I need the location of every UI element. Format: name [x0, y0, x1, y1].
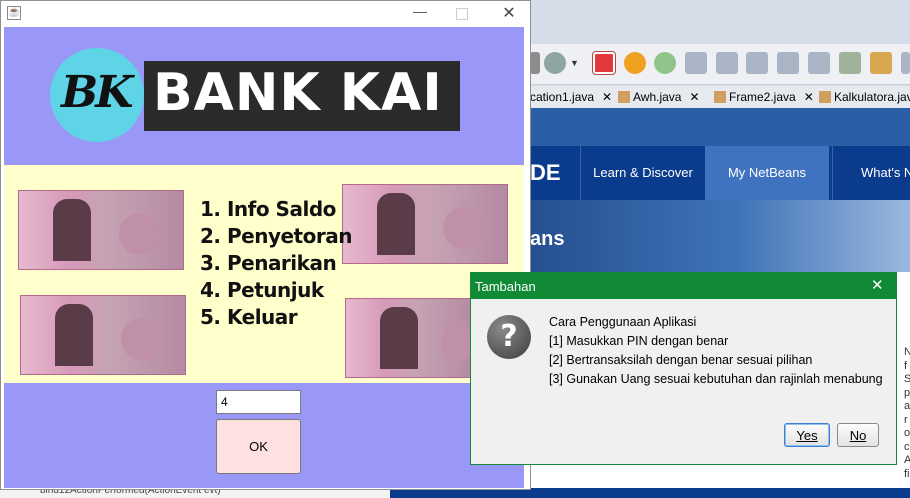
side-char: c	[904, 440, 910, 453]
step-into-icon[interactable]	[746, 52, 768, 74]
minimize-icon[interactable]: —	[411, 3, 429, 19]
run-to-cursor-icon[interactable]	[808, 52, 830, 74]
banknote-image	[20, 295, 186, 375]
bank-kai-window: ☕ — ✕ BK BANK KAI 1. Info Saldo 2. Penye…	[0, 0, 531, 490]
java-file-icon	[618, 91, 630, 103]
tab-label: Awh.java	[633, 90, 682, 104]
tab-frame2[interactable]: Frame2.java ✕	[714, 88, 814, 106]
portrait	[380, 307, 418, 369]
dialog-heading: Cara Penggunaan Aplikasi	[549, 315, 697, 329]
camera-icon[interactable]	[870, 52, 892, 74]
chevron-down-icon[interactable]: ▼	[570, 52, 579, 74]
netbeans-logo-fragment: DE	[530, 160, 561, 185]
tab-label: cation1.java	[530, 90, 595, 104]
portrait	[53, 199, 91, 261]
tab-kalkulatora[interactable]: Kalkulatora.java	[819, 88, 910, 106]
step-out-icon[interactable]	[777, 52, 799, 74]
continue-icon[interactable]	[654, 52, 676, 74]
nav-my-netbeans[interactable]: My NetBeans	[705, 146, 829, 200]
question-icon: ?	[487, 315, 531, 359]
profile-icon[interactable]	[544, 52, 566, 74]
side-char: S	[904, 373, 910, 385]
netbeans-nav: DE Learn & Discover My NetBeans What's N	[530, 146, 910, 200]
stop-icon[interactable]	[592, 51, 616, 75]
logo-mark: BK	[61, 67, 133, 118]
menu-item-penarikan: 3. Penarikan	[200, 251, 337, 275]
menu-item-penyetoran: 2. Penyetoran	[200, 224, 352, 248]
side-char: f	[904, 359, 908, 372]
menu-item-info-saldo: 1. Info Saldo	[200, 197, 336, 221]
side-char: A	[904, 454, 910, 466]
tab-awh[interactable]: Awh.java ✕	[618, 88, 700, 106]
side-char: fi	[904, 467, 910, 480]
menu-item-keluar: 5. Keluar	[200, 305, 298, 329]
java-file-icon	[819, 91, 831, 103]
side-char: N	[904, 346, 910, 358]
nav-learn-discover[interactable]: Learn & Discover	[580, 146, 705, 200]
editor-tabs: cation1.java ✕ Awh.java ✕ Frame2.java ✕ Kal…	[530, 86, 910, 109]
dropdown-icon[interactable]	[530, 52, 540, 74]
dialog-line-1: [1] Masukkan PIN dengan benar	[549, 334, 729, 348]
close-icon[interactable]: ✕	[804, 90, 814, 104]
choice-input[interactable]	[216, 390, 301, 414]
watermark	[121, 318, 163, 360]
dialog-line-3: [3] Gunakan Uang sesuai kebutuhan dan ra…	[549, 372, 883, 386]
side-char: r	[904, 413, 908, 426]
ok-button[interactable]: OK	[216, 419, 301, 474]
no-button[interactable]: No	[837, 423, 879, 447]
netbeans-banner: ans	[530, 200, 910, 272]
watermark	[119, 213, 161, 255]
close-icon[interactable]: ✕	[499, 3, 519, 23]
watermark	[443, 207, 485, 249]
dialog-titlebar[interactable]: Tambahan ✕	[471, 273, 896, 299]
dialog-line-2: [2] Bertransaksilah dengan benar sesuai …	[549, 353, 813, 367]
close-icon[interactable]: ✕	[689, 90, 699, 104]
side-char: a	[904, 400, 910, 412]
pause-icon[interactable]	[624, 52, 646, 74]
step-over-icon[interactable]	[685, 52, 707, 74]
close-icon[interactable]: ✕	[871, 276, 884, 294]
banner-title-fragment: ans	[530, 228, 565, 250]
side-char: o	[904, 427, 910, 439]
tab-label: Frame2.java	[729, 90, 796, 104]
yes-button[interactable]: Yes	[784, 423, 830, 447]
ide-toolbar: ▼	[530, 44, 910, 85]
more-icon[interactable]	[901, 52, 910, 74]
java-file-icon	[714, 91, 726, 103]
tab-label: Kalkulatora.java	[834, 90, 910, 104]
side-char: p	[904, 386, 910, 399]
apply-changes-icon[interactable]	[839, 52, 861, 74]
nav-whats-new[interactable]: What's N	[832, 146, 910, 200]
logo-text: BANK KAI	[153, 63, 443, 123]
step-over-expr-icon[interactable]	[716, 52, 738, 74]
window-titlebar[interactable]: ☕ — ✕	[1, 1, 530, 27]
side-text: N f S p a r o c A fi	[904, 346, 910, 481]
portrait	[55, 304, 93, 366]
tambahan-dialog: Tambahan ✕ ? Cara Penggunaan Aplikasi [1…	[470, 272, 897, 465]
dialog-title: Tambahan	[475, 279, 536, 294]
watermark	[442, 321, 472, 363]
banknote-image	[342, 184, 508, 264]
banknote-image	[345, 298, 475, 378]
netbeans-header	[530, 108, 910, 146]
menu-item-petunjuk: 4. Petunjuk	[200, 278, 324, 302]
banknote-image	[18, 190, 184, 270]
close-icon[interactable]: ✕	[602, 90, 612, 104]
maximize-icon[interactable]	[456, 8, 468, 20]
java-app-icon: ☕	[7, 6, 21, 20]
portrait	[377, 193, 415, 255]
tab-cation1[interactable]: cation1.java ✕	[530, 88, 612, 106]
